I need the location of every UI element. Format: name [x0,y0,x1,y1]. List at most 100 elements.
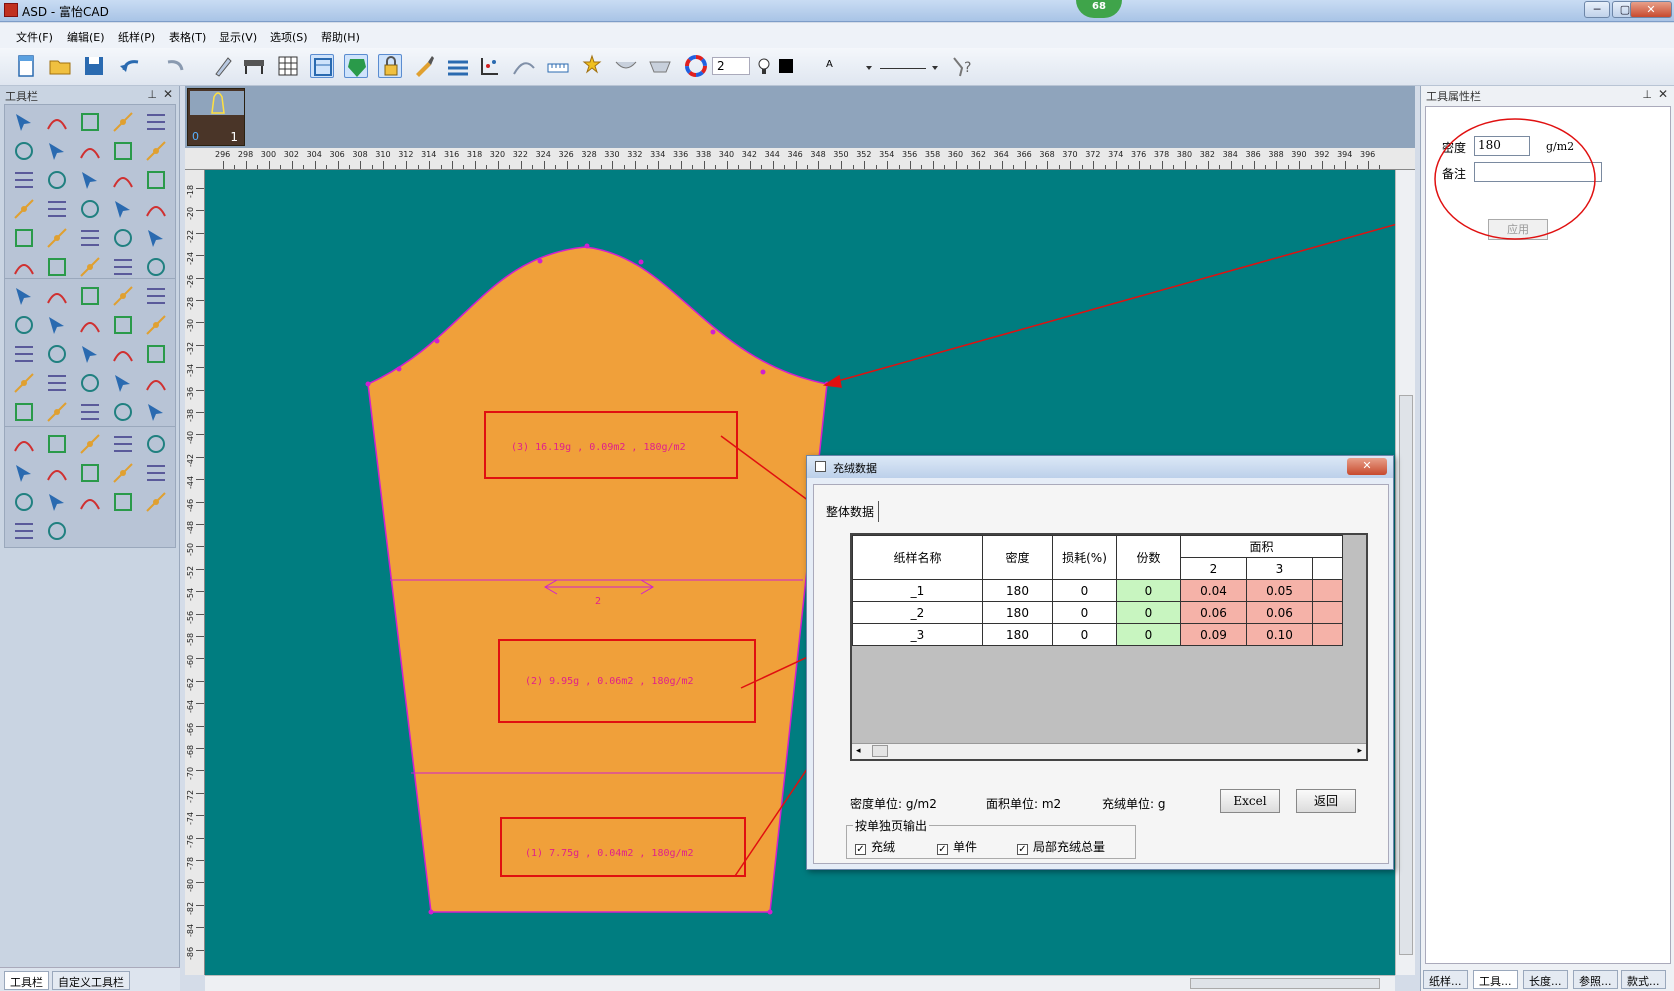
pattern-tool-icon[interactable] [11,370,37,396]
pattern-tool-icon[interactable] [44,518,70,544]
pattern-tool-icon[interactable] [143,370,169,396]
menu-file[interactable]: 文件(F) [16,29,53,45]
scroll-left-icon[interactable]: ◂ [856,746,861,756]
line-style-selector[interactable] [880,68,926,69]
pattern-tool-icon[interactable] [44,196,70,222]
pattern-tool-icon[interactable] [143,254,169,280]
cell-name[interactable]: _2 [852,601,983,624]
pattern-tool-icon[interactable] [143,431,169,457]
cell-area-more[interactable] [1312,623,1343,646]
pattern-tool-icon[interactable] [110,370,136,396]
pattern-tool-icon[interactable] [11,518,37,544]
pattern-tool-icon[interactable] [44,109,70,135]
fill-piece-icon[interactable] [344,54,368,78]
pattern-tool-icon[interactable] [77,225,103,251]
layers-icon[interactable] [446,54,470,78]
pattern-tool-icon[interactable] [143,460,169,486]
panel-close-icon[interactable]: ✕ [163,87,173,101]
pattern-tool-icon[interactable] [11,109,37,135]
pattern-tool-icon[interactable] [143,196,169,222]
curve-icon[interactable] [512,54,536,78]
dialog-close-button[interactable]: ✕ [1347,458,1387,475]
grid-horizontal-scrollbar[interactable]: ◂ ▸ [852,743,1366,759]
menu-options[interactable]: 选项(S) [270,29,308,45]
pattern-tool-icon[interactable] [77,109,103,135]
pattern-tool-icon[interactable] [110,399,136,425]
pattern-tool-icon[interactable] [11,460,37,486]
pattern-tool-icon[interactable] [77,431,103,457]
cell-area-3[interactable]: 0.05 [1246,579,1313,602]
pattern-tool-icon[interactable] [110,431,136,457]
tab-length[interactable]: 长度... [1523,970,1568,989]
tab-style[interactable]: 款式... [1621,970,1666,989]
pattern-tool-icon[interactable] [11,167,37,193]
ruler-icon[interactable] [546,54,570,78]
close-button[interactable]: ✕ [1630,1,1672,18]
cell-copies[interactable]: 0 [1116,623,1181,646]
pattern-tool-icon[interactable] [143,283,169,309]
pattern-tool-icon[interactable] [44,460,70,486]
brush-icon[interactable] [412,54,436,78]
horizontal-scrollbar[interactable] [205,975,1395,991]
pattern-tool-icon[interactable] [77,167,103,193]
cell-area-3[interactable]: 0.06 [1246,601,1313,624]
pattern-tool-icon[interactable] [11,341,37,367]
cell-area-more[interactable] [1312,579,1343,602]
menu-help[interactable]: 帮助(H) [321,29,360,45]
pin-icon[interactable]: ⊥ [1642,88,1652,101]
cell-loss[interactable]: 0 [1052,623,1117,646]
pattern-tool-icon[interactable] [44,341,70,367]
pattern-tool-icon[interactable] [11,312,37,338]
checkbox-fill[interactable]: ✓ 充绒 [855,838,895,855]
pattern-tool-icon[interactable] [143,312,169,338]
tab-pattern[interactable]: 纸样... [1423,970,1468,989]
pattern-tool-icon[interactable] [110,283,136,309]
pattern-tool-icon[interactable] [143,399,169,425]
pattern-tool-icon[interactable] [143,225,169,251]
redo-icon[interactable] [164,54,188,78]
cell-loss[interactable]: 0 [1052,579,1117,602]
tab-tools[interactable]: 工具... [1473,970,1518,989]
cell-name[interactable]: _1 [852,579,983,602]
pattern-tool-icon[interactable] [110,196,136,222]
cell-area-2[interactable]: 0.06 [1180,601,1247,624]
table-row[interactable]: _2 180 0 0 0.06 0.06 [852,601,1343,624]
pattern-tool-icon[interactable] [77,341,103,367]
cell-copies[interactable]: 0 [1116,579,1181,602]
pattern-tool-icon[interactable] [110,225,136,251]
pattern-tool-icon[interactable] [143,138,169,164]
grade-points-icon[interactable] [478,54,502,78]
pattern-tool-icon[interactable] [44,138,70,164]
pattern-tool-icon[interactable] [77,283,103,309]
pattern-tool-icon[interactable] [110,460,136,486]
cell-area-more[interactable] [1312,601,1343,624]
pattern-tool-icon[interactable] [11,225,37,251]
cell-density[interactable]: 180 [982,601,1053,624]
pattern-tool-icon[interactable] [110,312,136,338]
color-wheel-icon[interactable] [684,54,708,78]
pattern-tool-icon[interactable] [77,370,103,396]
menu-pattern[interactable]: 纸样(P) [118,29,155,45]
pattern-tool-icon[interactable] [110,254,136,280]
grid-scroll-thumb[interactable] [872,745,888,757]
pattern-tool-icon[interactable] [44,489,70,515]
pattern-tool-icon[interactable] [143,109,169,135]
pattern-tool-icon[interactable] [77,312,103,338]
new-file-icon[interactable] [14,54,38,78]
pattern-tool-icon[interactable] [143,167,169,193]
pattern-tool-icon[interactable] [11,489,37,515]
cell-area-3[interactable]: 0.10 [1246,623,1313,646]
pattern-tool-icon[interactable] [143,341,169,367]
pattern-tool-icon[interactable] [44,254,70,280]
pattern-tool-icon[interactable] [44,283,70,309]
menu-view[interactable]: 显示(V) [219,29,257,45]
vertical-scrollbar[interactable] [1395,170,1415,975]
line-width-input[interactable]: 2 [712,57,750,75]
scroll-right-icon[interactable]: ▸ [1357,746,1362,756]
table-row[interactable]: _1 180 0 0 0.04 0.05 [852,579,1343,602]
pattern-tool-icon[interactable] [44,399,70,425]
menu-edit[interactable]: 编辑(E) [67,29,105,45]
table-row[interactable]: _3 180 0 0 0.09 0.10 [852,623,1343,646]
line-style-dropdown-icon[interactable] [932,66,938,70]
black-square-icon[interactable] [774,54,798,78]
